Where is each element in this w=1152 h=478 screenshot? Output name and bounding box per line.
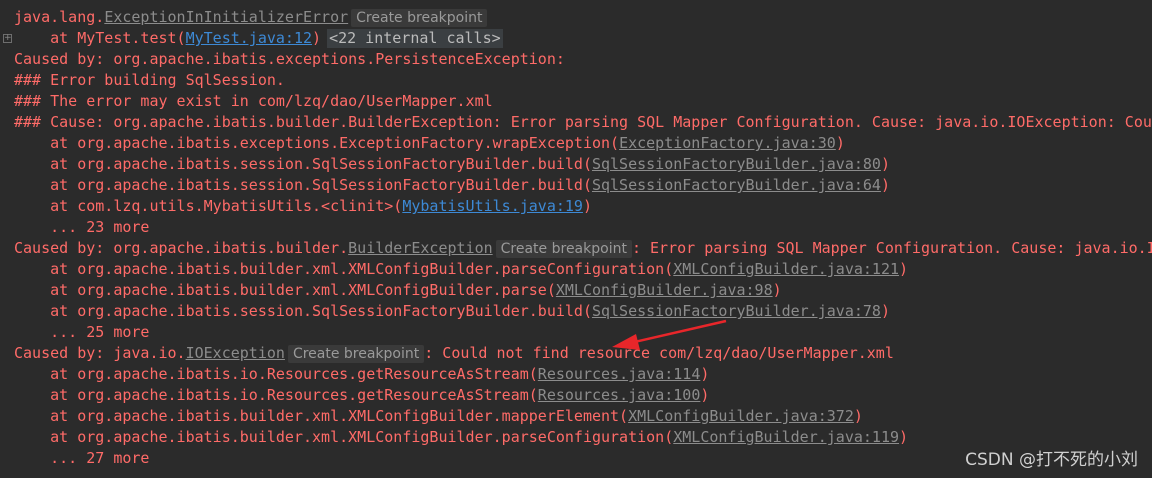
- console-line: java.lang.ExceptionInInitializerError Cre…: [0, 7, 1152, 28]
- console-line: ... 25 more: [0, 322, 1152, 343]
- console-text: ): [835, 134, 845, 152]
- console-line: ### Error building SqlSession.: [0, 70, 1152, 91]
- console-line: ### Cause: org.apache.ibatis.builder.Bui…: [0, 112, 1152, 133]
- console-text: ): [899, 260, 909, 278]
- create-breakpoint-button[interactable]: Create breakpoint: [287, 345, 425, 363]
- console-line: at org.apache.ibatis.builder.xml.XMLConf…: [0, 259, 1152, 280]
- console-text: ### The error may exist in com/lzq/dao/U…: [14, 92, 493, 110]
- console-text: : Error parsing SQL Mapper Configuration…: [631, 239, 1152, 257]
- console-text: at org.apache.ibatis.session.SqlSessionF…: [14, 155, 592, 173]
- source-link[interactable]: SqlSessionFactoryBuilder.java:80: [592, 155, 881, 173]
- console-text: ): [853, 407, 863, 425]
- source-link[interactable]: XMLConfigBuilder.java:98: [556, 281, 773, 299]
- console-text: at org.apache.ibatis.io.Resources.getRes…: [14, 386, 538, 404]
- console-text: ### Error building SqlSession.: [14, 71, 285, 89]
- console-text: at org.apache.ibatis.builder.xml.XMLConf…: [14, 407, 629, 425]
- source-link[interactable]: XMLConfigBuilder.java:121: [673, 260, 899, 278]
- console-line: Caused by: java.io.IOException Create bre…: [0, 343, 1152, 364]
- console-text: ): [880, 155, 890, 173]
- console-text: ): [700, 365, 710, 383]
- console-text: Caused by: java.io.: [14, 344, 186, 362]
- console-text: at org.apache.ibatis.session.SqlSessionF…: [14, 302, 592, 320]
- internal-calls-toggle[interactable]: <22 internal calls>: [327, 29, 503, 48]
- console-line: + at MyTest.test(MyTest.java:12) <22 inte…: [0, 28, 1152, 49]
- console-text: ... 23 more: [14, 218, 150, 236]
- console-text: at org.apache.ibatis.builder.xml.XMLConf…: [14, 260, 674, 278]
- source-link[interactable]: SqlSessionFactoryBuilder.java:78: [592, 302, 881, 320]
- console-text: : Could not find resource com/lzq/dao/Us…: [424, 344, 894, 362]
- console-text: at org.apache.ibatis.builder.xml.XMLConf…: [14, 281, 556, 299]
- source-link[interactable]: IOException: [186, 344, 285, 362]
- console-text: Caused by: org.apache.ibatis.exceptions.…: [14, 50, 574, 68]
- source-link[interactable]: ExceptionFactory.java:30: [619, 134, 836, 152]
- source-link[interactable]: BuilderException: [348, 239, 493, 257]
- console-text: ### Cause: org.apache.ibatis.builder.Bui…: [14, 113, 1152, 131]
- console-text: java.lang.: [14, 8, 105, 26]
- console-text: at com.lzq.utils.MybatisUtils.<clinit>(: [14, 197, 403, 215]
- console-line: at org.apache.ibatis.session.SqlSessionF…: [0, 301, 1152, 322]
- console-text: at org.apache.ibatis.builder.xml.XMLConf…: [14, 428, 674, 446]
- source-link[interactable]: MybatisUtils.java:19: [402, 197, 583, 215]
- fold-toggle-icon[interactable]: +: [3, 34, 12, 43]
- source-link[interactable]: ExceptionInInitializerError: [104, 8, 348, 26]
- console-text: at org.apache.ibatis.io.Resources.getRes…: [14, 365, 538, 383]
- console-line: at org.apache.ibatis.builder.xml.XMLConf…: [0, 406, 1152, 427]
- console-line: Caused by: org.apache.ibatis.builder.Bui…: [0, 238, 1152, 259]
- console-text: at org.apache.ibatis.exceptions.Exceptio…: [14, 134, 620, 152]
- console-line: at org.apache.ibatis.builder.xml.XMLConf…: [0, 280, 1152, 301]
- console-text: ): [700, 386, 710, 404]
- source-link[interactable]: SqlSessionFactoryBuilder.java:64: [592, 176, 881, 194]
- source-link[interactable]: XMLConfigBuilder.java:372: [628, 407, 854, 425]
- console-line: at org.apache.ibatis.exceptions.Exceptio…: [0, 133, 1152, 154]
- console-output: java.lang.ExceptionInInitializerError Cre…: [0, 7, 1152, 469]
- console-text: ... 27 more: [14, 449, 150, 467]
- console-line: Caused by: org.apache.ibatis.exceptions.…: [0, 49, 1152, 70]
- csdn-watermark: CSDN @打不死的小刘: [965, 450, 1138, 470]
- console-text: Caused by: org.apache.ibatis.builder.: [14, 239, 349, 257]
- console-line: ### The error may exist in com/lzq/dao/U…: [0, 91, 1152, 112]
- source-link[interactable]: Resources.java:100: [538, 386, 701, 404]
- console-text: at org.apache.ibatis.session.SqlSessionF…: [14, 176, 592, 194]
- create-breakpoint-button[interactable]: Create breakpoint: [351, 9, 488, 27]
- source-link[interactable]: Resources.java:114: [538, 365, 701, 383]
- console-line: at org.apache.ibatis.io.Resources.getRes…: [0, 364, 1152, 385]
- console-line: at org.apache.ibatis.session.SqlSessionF…: [0, 154, 1152, 175]
- console-line: at com.lzq.utils.MybatisUtils.<clinit>(M…: [0, 196, 1152, 217]
- console-text: ): [899, 428, 909, 446]
- create-breakpoint-button[interactable]: Create breakpoint: [495, 240, 632, 258]
- console-text: ): [880, 302, 890, 320]
- console-text: ): [312, 29, 322, 47]
- console-text: ): [582, 197, 592, 215]
- console-text: at MyTest.test(: [14, 29, 186, 47]
- console-text: ): [772, 281, 782, 299]
- source-link[interactable]: XMLConfigBuilder.java:119: [673, 428, 899, 446]
- console-line: at org.apache.ibatis.io.Resources.getRes…: [0, 385, 1152, 406]
- console-text: ... 25 more: [14, 323, 150, 341]
- console-line: at org.apache.ibatis.session.SqlSessionF…: [0, 175, 1152, 196]
- console-line: ... 23 more: [0, 217, 1152, 238]
- console-text: ): [880, 176, 890, 194]
- source-link[interactable]: MyTest.java:12: [186, 29, 312, 47]
